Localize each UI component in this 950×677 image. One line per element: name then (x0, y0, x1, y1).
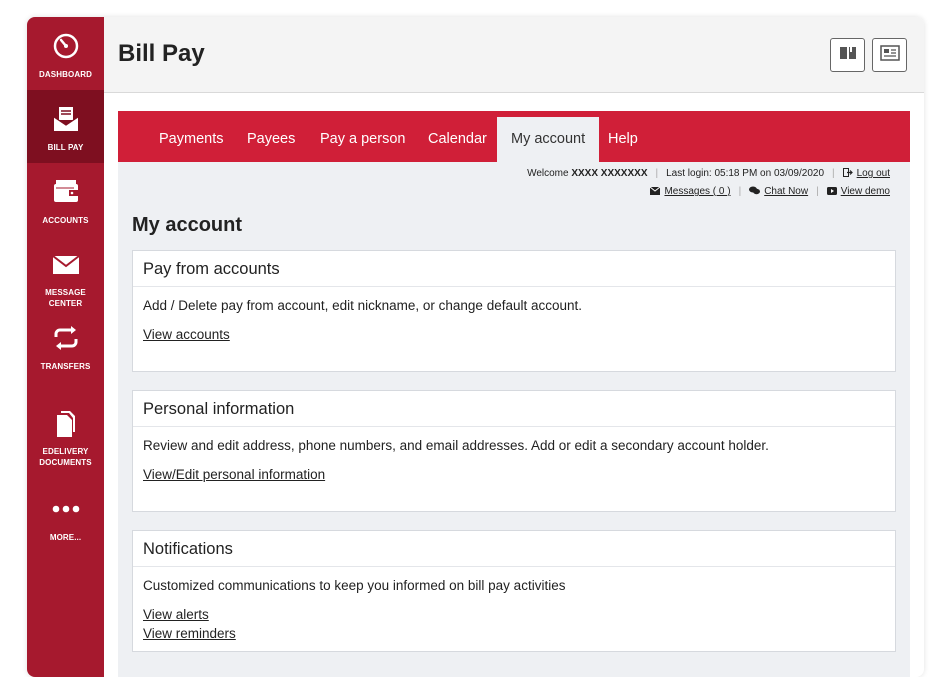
newspaper-icon (879, 44, 900, 66)
envelope-icon (51, 250, 81, 279)
messages-label[interactable]: Messages ( 0 ) (664, 186, 730, 197)
card-description: Review and edit address, phone numbers, … (143, 438, 769, 453)
card-personal-information: Personal information Review and edit add… (132, 390, 896, 512)
utility-links: Messages ( 0 ) | Chat Now | View demo (650, 186, 890, 197)
tab-help[interactable]: Help (594, 117, 652, 162)
card-title: Personal information (133, 391, 895, 427)
transfer-arrows-icon (51, 323, 81, 353)
tab-payments[interactable]: Payments (145, 117, 237, 162)
app-window: DASHBOARD BILL PAY ACCOUNTS MESSAGE CENT… (27, 17, 924, 677)
welcome-text: Welcome XXXX XXXXXXX (527, 168, 647, 179)
view-edit-personal-information-link[interactable]: View/Edit personal information (143, 465, 885, 484)
sidebar: DASHBOARD BILL PAY ACCOUNTS MESSAGE CENT… (27, 17, 104, 677)
section-title: My account (132, 214, 243, 236)
card-description: Add / Delete pay from account, edit nick… (143, 298, 583, 313)
book-icon (839, 45, 857, 66)
separator: | (738, 186, 742, 197)
view-accounts-link[interactable]: View accounts (143, 325, 885, 344)
card-title: Notifications (133, 531, 895, 567)
card-body: Review and edit address, phone numbers, … (133, 427, 895, 494)
sidebar-item-more[interactable]: MORE... (27, 480, 104, 553)
bill-envelope-icon (51, 104, 81, 134)
separator: | (832, 168, 835, 179)
sidebar-item-accounts[interactable]: ACCOUNTS (27, 163, 104, 236)
wallet-icon (51, 177, 81, 207)
card-pay-from-accounts: Pay from accounts Add / Delete pay from … (132, 250, 896, 372)
envelope-icon (650, 187, 661, 195)
tab-calendar[interactable]: Calendar (414, 117, 501, 162)
card-description: Customized communications to keep you in… (143, 578, 566, 593)
card-notifications: Notifications Customized communications … (132, 530, 896, 652)
demo-label[interactable]: View demo (841, 186, 890, 197)
chat-link[interactable]: Chat Now (749, 186, 808, 197)
chat-icon (749, 186, 761, 195)
ellipsis-icon (51, 494, 81, 524)
sidebar-item-transfers[interactable]: TRANSFERS (27, 309, 104, 382)
content-panel: Payments Payees Pay a person Calendar My… (118, 111, 910, 677)
view-alerts-link[interactable]: View alerts (143, 605, 885, 624)
sidebar-item-dashboard[interactable]: DASHBOARD (27, 17, 104, 90)
sidebar-item-label: ACCOUNTS (42, 216, 89, 225)
tab-pay-a-person[interactable]: Pay a person (306, 117, 419, 162)
sidebar-item-bill-pay[interactable]: BILL PAY (27, 90, 104, 163)
user-name: XXXX XXXXXXX (571, 168, 648, 179)
sidebar-item-label: TRANSFERS (40, 362, 91, 371)
tab-payees[interactable]: Payees (233, 117, 309, 162)
play-icon (826, 187, 837, 195)
gauge-icon (51, 31, 81, 61)
card-body: Customized communications to keep you in… (133, 567, 895, 653)
logout-icon (842, 168, 853, 177)
separator: | (655, 168, 659, 179)
logout-link[interactable]: Log out (842, 168, 890, 179)
view-reminders-link[interactable]: View reminders (143, 624, 885, 643)
tab-my-account[interactable]: My account (497, 117, 600, 162)
demo-link[interactable]: View demo (826, 186, 890, 197)
messages-link[interactable]: Messages ( 0 ) (650, 186, 731, 197)
page-header: Bill Pay (104, 17, 924, 93)
sidebar-item-edelivery-documents[interactable]: EDELIVERY DOCUMENTS (27, 395, 104, 468)
main-area: Bill Pay Payments Payees Pay a person Ca… (104, 17, 924, 677)
logout-label[interactable]: Log out (857, 168, 890, 179)
last-login: Last login: 05:18 PM on 03/09/2020 (666, 168, 825, 179)
sidebar-item-label: MESSAGE CENTER (45, 288, 86, 308)
sidebar-item-label: EDELIVERY DOCUMENTS (39, 447, 92, 467)
page-title: Bill Pay (118, 40, 205, 67)
tab-bar: Payments Payees Pay a person Calendar My… (118, 111, 910, 162)
sidebar-item-label: BILL PAY (47, 143, 84, 152)
newspaper-button[interactable] (872, 38, 907, 72)
sidebar-item-label: MORE... (49, 533, 82, 542)
welcome-prefix: Welcome (527, 168, 569, 179)
card-body: Add / Delete pay from account, edit nick… (133, 287, 895, 354)
book-button[interactable] (830, 38, 865, 72)
card-title: Pay from accounts (133, 251, 895, 287)
sidebar-item-label: DASHBOARD (39, 70, 92, 79)
separator: | (816, 186, 819, 197)
chat-label[interactable]: Chat Now (764, 186, 808, 197)
sidebar-item-message-center[interactable]: MESSAGE CENTER (27, 236, 104, 309)
documents-icon (51, 409, 81, 438)
welcome-bar: Welcome XXXX XXXXXXX | Last login: 05:18… (527, 168, 890, 179)
